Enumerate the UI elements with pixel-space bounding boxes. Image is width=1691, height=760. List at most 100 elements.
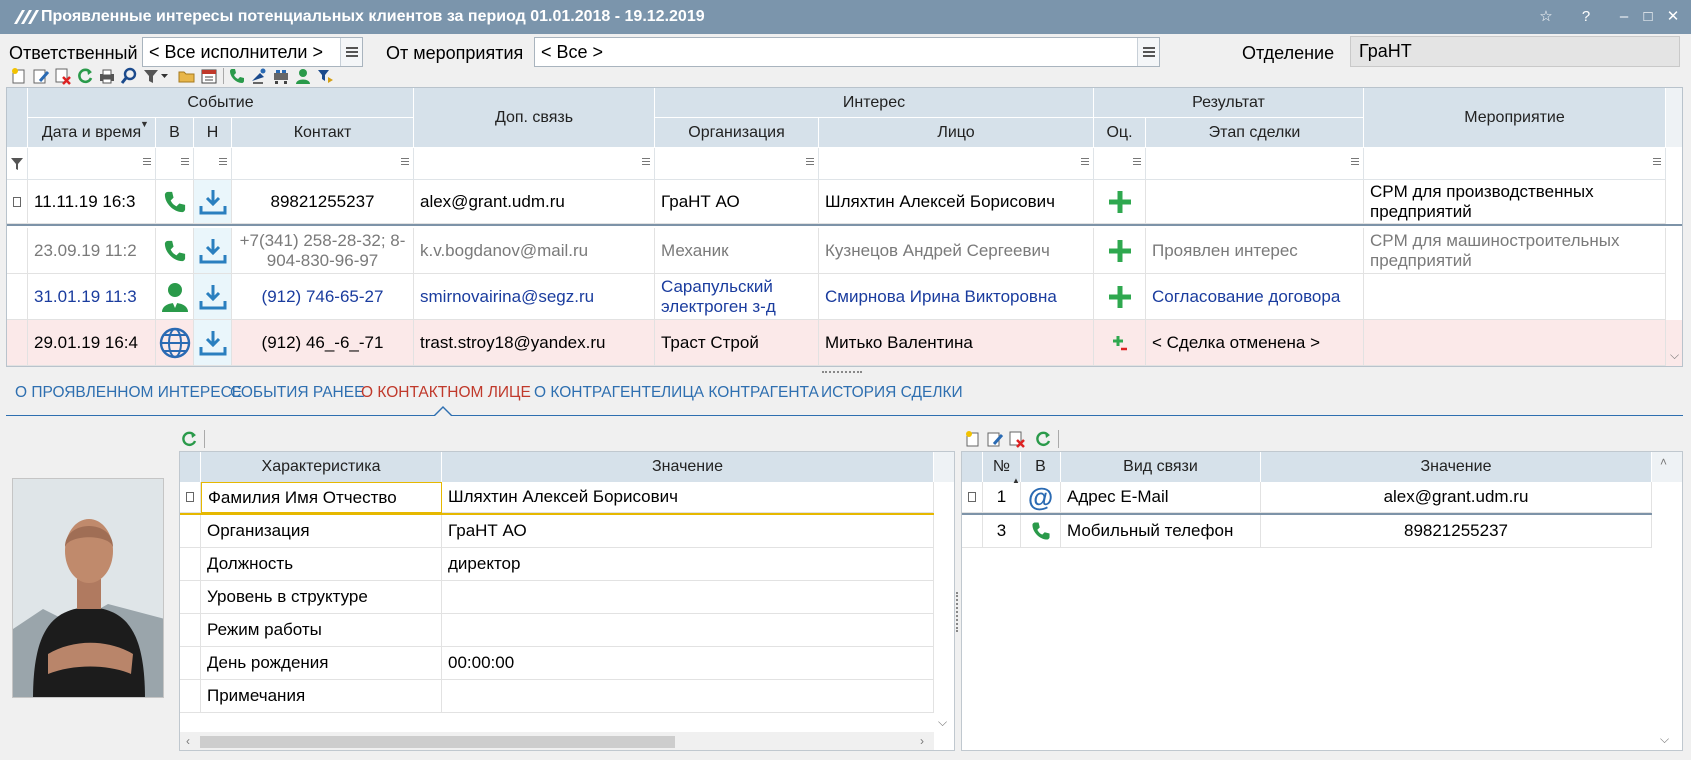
filter-score[interactable]	[1094, 148, 1146, 180]
col-extra[interactable]: Доп. связь	[414, 88, 655, 148]
event-select[interactable]: < Все >	[534, 37, 1160, 67]
scrollbar-thumb[interactable]	[200, 736, 675, 748]
filter-org[interactable]	[655, 148, 819, 180]
plus-icon	[1108, 190, 1131, 213]
at-icon: @	[1027, 482, 1054, 512]
search-icon[interactable]	[120, 67, 138, 85]
delete-doc-icon[interactable]	[1008, 430, 1026, 448]
table-row[interactable]: 29.01.19 16:4 (912) 46_-6_-71 trast.stro…	[7, 320, 1682, 366]
tab-counterparty[interactable]: О КОНТРАГЕНТЕ	[534, 378, 661, 408]
table-row[interactable]: 3 Мобильный телефон 89821255237	[962, 515, 1652, 548]
refresh-icon[interactable]	[1034, 430, 1052, 448]
delete-doc-icon[interactable]	[54, 67, 72, 85]
department-label: Отделение	[1242, 43, 1335, 63]
scroll-right-icon[interactable]: ›	[920, 734, 924, 748]
col-attr[interactable]: Характеристика	[201, 452, 442, 482]
col-datetime[interactable]: Дата и время	[28, 118, 156, 148]
small-plus-icon	[1112, 335, 1127, 350]
department-value: ГраНТ	[1359, 41, 1412, 61]
edit-doc-icon[interactable]	[32, 67, 50, 85]
row-checkbox[interactable]	[186, 492, 194, 502]
col-contact[interactable]: Контакт	[232, 118, 414, 148]
refresh-icon[interactable]	[180, 430, 198, 448]
filter-in[interactable]	[156, 148, 194, 180]
help-button[interactable]: ?	[1566, 0, 1606, 34]
table-row[interactable]: Режим работы	[180, 614, 934, 647]
scroll-left-icon[interactable]: ‹	[186, 734, 190, 748]
folder-icon[interactable]	[178, 67, 196, 85]
col-value[interactable]: Значение	[442, 452, 934, 482]
vertical-splitter-grip[interactable]	[956, 592, 958, 632]
col-activity[interactable]: Мероприятие	[1364, 88, 1666, 148]
user-icon[interactable]	[294, 67, 312, 85]
new-doc-icon[interactable]	[964, 430, 982, 448]
col-in[interactable]: В	[1021, 452, 1061, 482]
table-row[interactable]: 1 @ Адрес E-Mail alex@grant.udm.ru	[962, 482, 1652, 515]
filter-out[interactable]	[194, 148, 232, 180]
filter-icon[interactable]	[142, 67, 170, 85]
scroll-up-icon[interactable]: ˄	[1660, 455, 1667, 469]
col-person[interactable]: Лицо	[819, 118, 1094, 148]
favorite-button[interactable]: ☆	[1526, 0, 1566, 34]
value-cell: alex@grant.udm.ru	[1261, 482, 1652, 513]
col-org[interactable]: Организация	[655, 118, 819, 148]
table-row[interactable]: Уровень в структуре	[180, 581, 934, 614]
col-stage[interactable]: Этап сделки	[1146, 118, 1364, 148]
phone-icon[interactable]	[228, 67, 246, 85]
filter-extra[interactable]	[414, 148, 655, 180]
table-row[interactable]: 31.01.19 11:3 (912) 746-65-27 smirnovair…	[7, 274, 1682, 320]
event-menu-button[interactable]	[1137, 38, 1159, 66]
filter-person[interactable]	[819, 148, 1094, 180]
group-interest: Интерес	[655, 88, 1094, 118]
col-out[interactable]: Н	[194, 118, 232, 148]
filter-stage[interactable]	[1146, 148, 1364, 180]
tab-interest[interactable]: О ПРОЯВЛЕННОМ ИНТЕРЕСЕ	[15, 378, 242, 408]
calendar-icon[interactable]	[200, 67, 218, 85]
tab-counterparty-persons[interactable]: ЛИЦА КОНТРАГЕНТА	[661, 378, 819, 408]
responsible-select[interactable]: < Все исполнители >	[142, 37, 363, 67]
table-row[interactable]: Организация ГраНТ АО	[180, 515, 934, 548]
col-value[interactable]: Значение	[1261, 452, 1652, 482]
event-label: От мероприятия	[386, 43, 524, 63]
person-icon	[161, 282, 188, 312]
table-row[interactable]: Примечания	[180, 680, 934, 713]
row-contact: +7(341) 258-28-32; 8-904-830-96-97	[232, 228, 414, 274]
filter-icon[interactable]	[10, 157, 24, 171]
col-type[interactable]: Вид связи	[1061, 452, 1261, 482]
scroll-down-icon[interactable]: ⌵	[938, 715, 947, 730]
row-checkbox[interactable]	[968, 492, 976, 502]
export-icon[interactable]	[316, 67, 334, 85]
table-row[interactable]: 23.09.19 11:2 +7(341) 258-28-32; 8-904-8…	[7, 228, 1682, 274]
row-stage: Согласование договора	[1146, 274, 1364, 320]
tab-contact-person[interactable]: О КОНТАКТНОМ ЛИЦЕ	[361, 378, 531, 408]
col-score[interactable]: Оц.	[1094, 118, 1146, 148]
row-person: Шляхтин Алексей Борисович	[819, 180, 1094, 224]
broadcast-icon[interactable]	[250, 67, 268, 85]
row-checkbox[interactable]	[13, 196, 21, 207]
filter-row-icon-cell	[7, 148, 28, 180]
scroll-down-icon[interactable]: ⌵	[1660, 732, 1669, 747]
table-row[interactable]: День рождения 00:00:00	[180, 647, 934, 680]
col-in[interactable]: В	[156, 118, 194, 148]
print-icon[interactable]	[98, 67, 116, 85]
close-button[interactable]: ✕	[1655, 0, 1691, 34]
splitter-grip[interactable]	[822, 371, 862, 373]
table-row[interactable]: Фамилия Имя Отчество Шляхтин Алексей Бор…	[180, 482, 934, 515]
table-row[interactable]: 11.11.19 16:3 89821255237 alex@grant.udm…	[7, 180, 1682, 226]
responsible-menu-button[interactable]	[340, 38, 362, 66]
row-stage	[1146, 180, 1364, 224]
horizontal-scrollbar[interactable]: ‹ ›	[180, 732, 934, 750]
scroll-down-icon[interactable]: ⌵	[1670, 348, 1679, 363]
tab-events[interactable]: СОБЫТИЯ РАНЕЕ	[230, 378, 364, 408]
filter-datetime[interactable]	[28, 148, 156, 180]
filter-activity[interactable]	[1364, 148, 1666, 180]
tab-deal-history[interactable]: ИСТОРИЯ СДЕЛКИ	[821, 378, 963, 408]
edit-doc-icon[interactable]	[986, 430, 1004, 448]
filter-contact[interactable]	[232, 148, 414, 180]
refresh-icon[interactable]	[76, 67, 94, 85]
row-activity: CPM для производственных предприятий	[1364, 180, 1666, 224]
new-doc-icon[interactable]	[10, 67, 28, 85]
type-cell: Адрес E-Mail	[1061, 482, 1261, 513]
equipment-icon[interactable]	[272, 67, 290, 85]
table-row[interactable]: Должность директор	[180, 548, 934, 581]
